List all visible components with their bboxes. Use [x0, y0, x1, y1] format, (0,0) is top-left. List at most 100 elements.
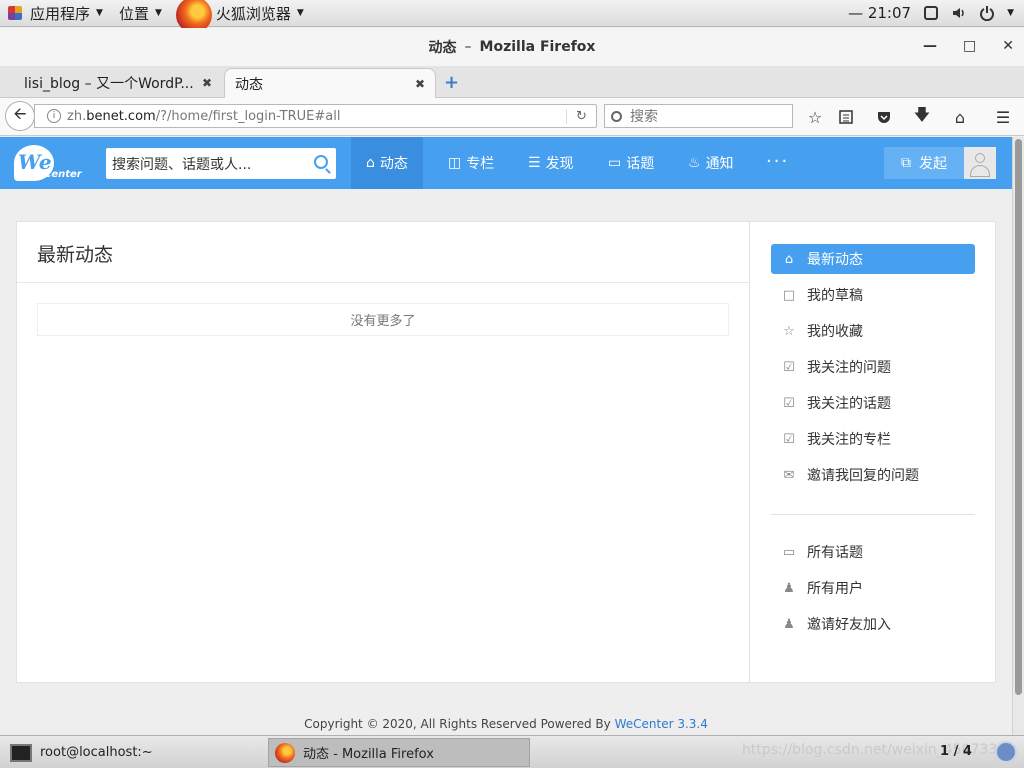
taskbar-terminal[interactable]: root@localhost:~ — [4, 738, 262, 767]
tab-lisi-blog[interactable]: lisi_blog – 又一个WordP... ✖ — [0, 68, 222, 98]
sidebar-item-all-users[interactable]: ♟ 所有用户 — [771, 573, 975, 603]
terminal-icon — [10, 743, 32, 762]
applications-icon — [8, 6, 22, 20]
hamburger-menu-icon[interactable]: ☰ — [993, 107, 1013, 127]
search-icon[interactable] — [314, 155, 328, 169]
scrollbar-thumb[interactable] — [1015, 139, 1022, 695]
close-tab-icon[interactable]: ✖ — [202, 76, 212, 90]
close-tab-icon[interactable]: ✖ — [415, 77, 425, 91]
nav-tongzhi[interactable]: ♨ 通知 — [673, 137, 749, 189]
power-icon[interactable] — [979, 5, 995, 22]
reload-icon[interactable]: ↻ — [566, 108, 596, 124]
sidebar-item-label: 我关注的话题 — [807, 396, 891, 412]
tab-dongtai[interactable]: 动态 ✖ — [224, 68, 436, 98]
publish-label: 发起 — [919, 156, 947, 172]
nav-label: 动态 — [379, 156, 408, 172]
add-user-icon: ♟ — [783, 616, 795, 632]
back-button[interactable]: 🡨 — [5, 101, 35, 131]
check-icon: ☑ — [783, 431, 795, 447]
main-panel: 最新动态 没有更多了 ⌂ 最新动态 □ 我的草稿 ☆ 我的收藏 ☑ 我关注的问题… — [16, 221, 996, 683]
footer-wecenter-link[interactable]: WeCenter 3.3.4 — [615, 717, 708, 731]
places-menu-label: 位置 — [118, 4, 149, 23]
sidebar-item-label: 我的收藏 — [807, 324, 863, 340]
clock[interactable]: — 21:07 — [848, 4, 911, 22]
nav-zhuanlan[interactable]: ◫ 专栏 — [433, 137, 509, 189]
firefox-app-menu-label: 火狐浏览器 — [215, 4, 291, 23]
avatar-body — [970, 165, 990, 177]
bookmark-star-icon[interactable]: ☆ — [805, 107, 825, 127]
chevron-down-icon: ▼ — [96, 8, 103, 18]
sidebar-item-followed-columns[interactable]: ☑ 我关注的专栏 — [771, 424, 975, 454]
window-title-bar: 动态 – Mozilla Firefox — □ ✕ — [0, 28, 1024, 66]
wecenter-logo[interactable]: We Center — [14, 145, 82, 183]
window-title-app: Mozilla Firefox — [479, 39, 596, 55]
back-arrow-icon: 🡨 — [13, 103, 27, 123]
list-icon: ☰ — [528, 155, 541, 171]
close-icon[interactable]: ✕ — [1002, 38, 1014, 54]
mail-icon: ✉ — [783, 467, 795, 483]
window-title-separator: – — [464, 39, 472, 55]
search-bar[interactable]: 搜索 — [604, 104, 793, 128]
draft-icon: □ — [782, 287, 796, 303]
taskbar-firefox-label: 动态 - Mozilla Firefox — [303, 747, 434, 762]
no-more-notice: 没有更多了 — [37, 303, 729, 336]
chevron-down-icon[interactable]: ▼ — [1007, 8, 1014, 18]
logo-center: Center — [44, 169, 82, 180]
applications-menu[interactable]: 应用程序 ▼ — [0, 0, 111, 27]
columns-icon: ◫ — [448, 155, 462, 171]
site-footer: Copyright © 2020, All Rights Reserved Po… — [0, 717, 1012, 731]
workspace-pager[interactable]: 1 / 4 — [940, 744, 972, 759]
applications-menu-label: 应用程序 — [30, 4, 91, 23]
site-info-icon[interactable]: i — [47, 109, 61, 123]
clock-dash: — — [848, 4, 868, 22]
home-icon: ⌂ — [366, 155, 375, 171]
sidebar-item-latest[interactable]: ⌂ 最新动态 — [771, 244, 975, 274]
sidebar-item-all-topics[interactable]: ▭ 所有话题 — [771, 537, 975, 567]
navigation-toolbar: 🡨 i zh.benet.com/?/home/first_login-TRUE… — [0, 98, 1024, 136]
tab-strip: lisi_blog – 又一个WordP... ✖ 动态 ✖ + — [0, 66, 1024, 98]
publish-button[interactable]: ⧉ 发起 — [884, 147, 964, 179]
sidebar-item-invited-questions[interactable]: ✉ 邀请我回复的问题 — [771, 460, 975, 490]
avatar[interactable] — [964, 147, 996, 179]
site-search-input[interactable]: 搜索问题、话题或人... — [106, 148, 336, 179]
sidebar-item-favorites[interactable]: ☆ 我的收藏 — [771, 316, 975, 346]
workspace-switcher-icon[interactable] — [995, 741, 1017, 763]
minimize-icon[interactable]: — — [923, 38, 937, 54]
taskbar-terminal-label: root@localhost:~ — [40, 745, 153, 760]
sidebar-item-label: 所有话题 — [807, 545, 863, 561]
screen-icon[interactable] — [923, 5, 939, 21]
reading-list-icon[interactable] — [836, 107, 856, 127]
nav-label: 通知 — [705, 156, 734, 172]
feed-column: 最新动态 没有更多了 — [17, 222, 750, 682]
user-icon: ♟ — [783, 580, 795, 596]
url-bar[interactable]: i zh.benet.com/?/home/first_login-TRUE#a… — [34, 104, 597, 128]
nav-faxian[interactable]: ☰ 发现 — [513, 137, 589, 189]
page-scrollbar[interactable] — [1012, 137, 1024, 735]
nav-label: 发现 — [545, 156, 574, 172]
chat-icon: ▭ — [782, 544, 796, 560]
places-menu[interactable]: 位置 ▼ — [111, 0, 170, 27]
more-icon[interactable]: ··· — [766, 151, 789, 172]
nav-dongtai[interactable]: ⌂ 动态 — [351, 137, 423, 189]
watermark-text: https://blog.csdn.net/weixin_45073340 — [742, 742, 1016, 758]
sidebar-item-label: 我的草稿 — [807, 288, 863, 304]
sidebar-item-invite-friends[interactable]: ♟ 邀请好友加入 — [771, 609, 975, 639]
new-tab-icon[interactable]: + — [444, 72, 459, 93]
sidebar-item-label: 我关注的问题 — [807, 360, 891, 376]
sidebar-item-followed-questions[interactable]: ☑ 我关注的问题 — [771, 352, 975, 382]
firefox-app-menu[interactable]: 火狐浏览器 ▼ — [170, 0, 312, 33]
pocket-icon[interactable] — [874, 107, 894, 127]
search-placeholder: 搜索 — [630, 109, 658, 125]
nav-huati[interactable]: ▭ 话题 — [593, 137, 669, 189]
home-icon[interactable]: ⌂ — [950, 107, 970, 127]
taskbar-firefox[interactable]: 动态 - Mozilla Firefox — [268, 738, 530, 767]
volume-icon[interactable] — [951, 5, 967, 21]
add-document-icon: ⧉ — [901, 155, 911, 171]
sidebar-item-drafts[interactable]: □ 我的草稿 — [771, 280, 975, 310]
sidebar-item-followed-topics[interactable]: ☑ 我关注的话题 — [771, 388, 975, 418]
maximize-icon[interactable]: □ — [963, 38, 976, 54]
url-path: /?/home/first_login-TRUE#all — [155, 108, 341, 124]
sidebar-item-label: 邀请我回复的问题 — [807, 468, 919, 484]
page-title: 最新动态 — [37, 244, 114, 266]
download-icon[interactable]: 🡇 — [912, 105, 932, 127]
